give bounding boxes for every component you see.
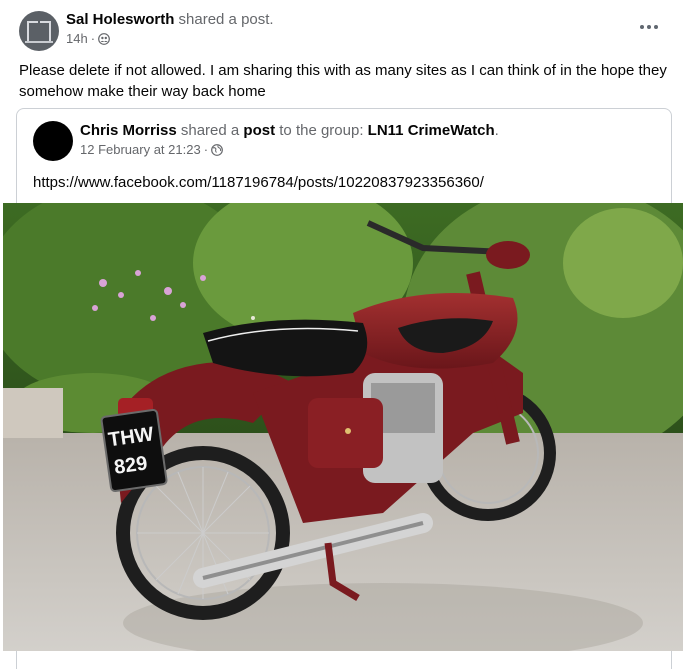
shared-post-link[interactable]: post — [243, 122, 275, 139]
more-options-button[interactable] — [636, 17, 662, 37]
more-horizontal-icon — [640, 25, 644, 29]
motorcycle-photo[interactable]: THW 829 — [3, 203, 683, 651]
shared-action-suffix: . — [494, 122, 499, 139]
globe-icon[interactable] — [211, 143, 223, 156]
shared-meta-separator: · — [203, 142, 209, 157]
author-name[interactable]: Sal Holesworth — [66, 11, 174, 28]
feed-post: Sal Holesworth shared a post. 14h · Plea… — [0, 0, 689, 669]
shared-post-header: Chris Morriss shared a post to the group… — [80, 122, 499, 139]
shared-author-avatar[interactable] — [33, 121, 73, 161]
post-header-title: Sal Holesworth shared a post. — [66, 11, 274, 28]
shared-author-name[interactable]: Chris Morriss — [80, 122, 177, 139]
shared-action-prefix: shared a — [176, 122, 244, 139]
meta-separator: · — [90, 31, 96, 46]
group-name-link[interactable]: LN11 CrimeWatch — [368, 122, 495, 139]
shared-action-middle: to the group: — [275, 122, 368, 139]
author-action: shared a post. — [174, 11, 274, 28]
shared-post-url[interactable]: https://www.facebook.com/1187196784/post… — [33, 174, 484, 191]
post-meta: 14h · — [66, 31, 110, 46]
shared-post-meta: 12 February at 21:23 · — [80, 142, 223, 157]
post-time[interactable]: 14h — [66, 31, 88, 46]
post-text: Please delete if not allowed. I am shari… — [19, 62, 667, 100]
plate-line-2: 829 — [113, 452, 149, 478]
shared-post-date[interactable]: 12 February at 21:23 — [80, 142, 201, 157]
friends-icon[interactable] — [98, 32, 110, 45]
author-avatar[interactable] — [19, 11, 59, 51]
